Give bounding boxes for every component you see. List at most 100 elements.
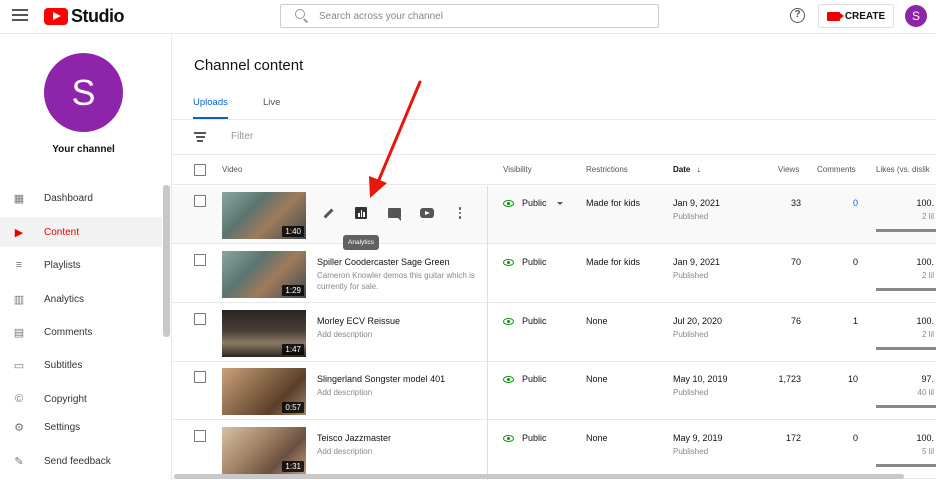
tab-uploads[interactable]: Uploads	[193, 97, 228, 119]
row-checkbox[interactable]	[194, 430, 206, 442]
comments-icon[interactable]	[386, 205, 402, 221]
video-title[interactable]: Morley ECV Reissue	[317, 316, 400, 326]
views-value: 70	[790, 257, 801, 267]
visibility-value: Public	[522, 433, 547, 443]
sidebar-item-content[interactable]: ▶ Content	[0, 217, 162, 247]
sidebar-item-label: Analytics	[44, 293, 85, 305]
row-checkbox[interactable]	[194, 254, 206, 266]
column-header-likes[interactable]: Likes (vs. dislik	[876, 165, 930, 174]
visibility-value: Public	[522, 198, 547, 208]
table-row[interactable]: 1:47 Morley ECV Reissue Add description …	[172, 304, 936, 362]
like-ratio-bar	[876, 229, 936, 232]
playlists-icon: ≡	[15, 259, 23, 271]
video-thumbnail[interactable]: 1:31	[222, 427, 306, 474]
column-header-restrictions[interactable]: Restrictions	[586, 165, 628, 174]
likes-value: 100.	[916, 257, 934, 267]
visibility-dropdown[interactable]: Public	[503, 433, 547, 443]
more-options-icon[interactable]	[452, 205, 468, 221]
visibility-dropdown[interactable]: Public	[503, 198, 563, 208]
sidebar-item-label: Playlists	[44, 259, 81, 271]
select-all-checkbox[interactable]	[194, 164, 206, 176]
status-value: Published	[673, 271, 709, 280]
channel-avatar[interactable]: S	[44, 53, 123, 132]
video-duration: 1:47	[282, 344, 304, 355]
row-checkbox[interactable]	[194, 313, 206, 325]
comments-value: 0	[852, 257, 858, 267]
sidebar-item-send-feedback[interactable]: ✎ Send feedback	[0, 446, 162, 476]
video-thumbnail[interactable]: 1:40	[222, 192, 306, 239]
caret-down-icon	[556, 201, 563, 205]
page-title: Channel content	[194, 57, 304, 74]
video-description[interactable]: Add description	[317, 329, 482, 340]
video-description[interactable]: Add description	[317, 387, 482, 398]
table-row[interactable]: 1:40 Public Made for kids Jan 9, 2021 Pu…	[172, 186, 936, 244]
edit-pencil-icon[interactable]	[320, 205, 336, 221]
comments-icon: ▤	[13, 326, 25, 339]
create-button[interactable]: CREATE	[818, 4, 894, 28]
account-avatar[interactable]: S	[905, 5, 927, 27]
filter-icon[interactable]	[194, 132, 206, 142]
video-title[interactable]: Slingerland Songster model 401	[317, 374, 445, 384]
column-header-visibility[interactable]: Visibility	[503, 165, 532, 174]
tab-live[interactable]: Live	[263, 97, 280, 119]
comments-value: 0	[852, 433, 858, 443]
sidebar-item-dashboard[interactable]: ▦ Dashboard	[0, 183, 162, 213]
table-row[interactable]: 0:57 Slingerland Songster model 401 Add …	[172, 362, 936, 420]
sidebar-item-label: Send feedback	[44, 455, 111, 467]
video-duration: 1:29	[282, 285, 304, 296]
sidebar-item-label: Subtitles	[44, 359, 83, 371]
video-title[interactable]: Spiller Coodercaster Sage Green	[317, 257, 450, 267]
like-ratio-bar	[876, 405, 936, 408]
column-header-views[interactable]: Views	[778, 165, 799, 174]
eye-icon	[503, 434, 514, 442]
horizontal-scrollbar[interactable]	[174, 474, 904, 479]
sidebar-item-analytics[interactable]: ▥ Analytics	[0, 284, 162, 314]
visibility-dropdown[interactable]: Public	[503, 374, 547, 384]
your-channel-label: Your channel	[52, 144, 115, 155]
visibility-value: Public	[522, 374, 547, 384]
video-description[interactable]: Add description	[317, 446, 482, 457]
sidebar-item-subtitles[interactable]: ▭ Subtitles	[0, 350, 162, 380]
comments-value[interactable]: 0	[853, 198, 858, 208]
column-header-date[interactable]: Date ↓	[673, 165, 701, 174]
column-header-comments[interactable]: Comments	[817, 165, 856, 174]
table-row[interactable]: 1:29 Spiller Coodercaster Sage Green Cam…	[172, 245, 936, 303]
top-bar: Studio ? CREATE S	[0, 0, 936, 34]
visibility-value: Public	[522, 257, 547, 267]
youtube-play-icon[interactable]	[419, 205, 435, 221]
analytics-icon[interactable]	[353, 205, 369, 221]
video-camera-icon	[826, 11, 844, 21]
search-input[interactable]	[319, 10, 639, 22]
row-checkbox[interactable]	[194, 371, 206, 383]
sidebar-item-copyright[interactable]: © Copyright	[0, 384, 162, 414]
table-row[interactable]: 1:31 Teisco Jazzmaster Add description P…	[172, 421, 936, 479]
video-title[interactable]: Teisco Jazzmaster	[317, 433, 391, 443]
visibility-dropdown[interactable]: Public	[503, 257, 547, 267]
row-checkbox[interactable]	[194, 195, 206, 207]
video-thumbnail[interactable]: 1:29	[222, 251, 306, 298]
column-separator	[487, 186, 488, 480]
eye-icon	[503, 258, 514, 266]
sidebar-item-playlists[interactable]: ≡ Playlists	[0, 250, 162, 280]
sidebar-item-comments[interactable]: ▤ Comments	[0, 317, 162, 347]
views-value: 1,723	[778, 374, 801, 384]
sidebar-item-settings[interactable]: ⚙ Settings	[0, 412, 162, 442]
video-duration: 1:31	[282, 461, 304, 472]
studio-logo[interactable]: Studio	[44, 6, 125, 26]
eye-icon	[503, 375, 514, 383]
sidebar-item-label: Copyright	[44, 393, 87, 405]
views-value: 172	[785, 433, 801, 443]
dislikes-value: 2 lil	[921, 271, 934, 280]
sidebar-scrollbar[interactable]	[163, 185, 170, 337]
video-thumbnail[interactable]: 0:57	[222, 368, 306, 415]
likes-value: 97.	[921, 374, 934, 384]
video-thumbnail[interactable]: 1:47	[222, 310, 306, 357]
filter-input[interactable]: Filter	[231, 131, 253, 142]
search-box[interactable]	[280, 4, 659, 28]
date-value: May 9, 2019	[673, 433, 723, 443]
hamburger-menu-icon[interactable]	[12, 9, 28, 23]
visibility-dropdown[interactable]: Public	[503, 316, 547, 326]
date-value: Jan 9, 2021	[673, 198, 721, 208]
help-icon[interactable]: ?	[790, 8, 805, 23]
content-icon: ▶	[14, 226, 24, 239]
